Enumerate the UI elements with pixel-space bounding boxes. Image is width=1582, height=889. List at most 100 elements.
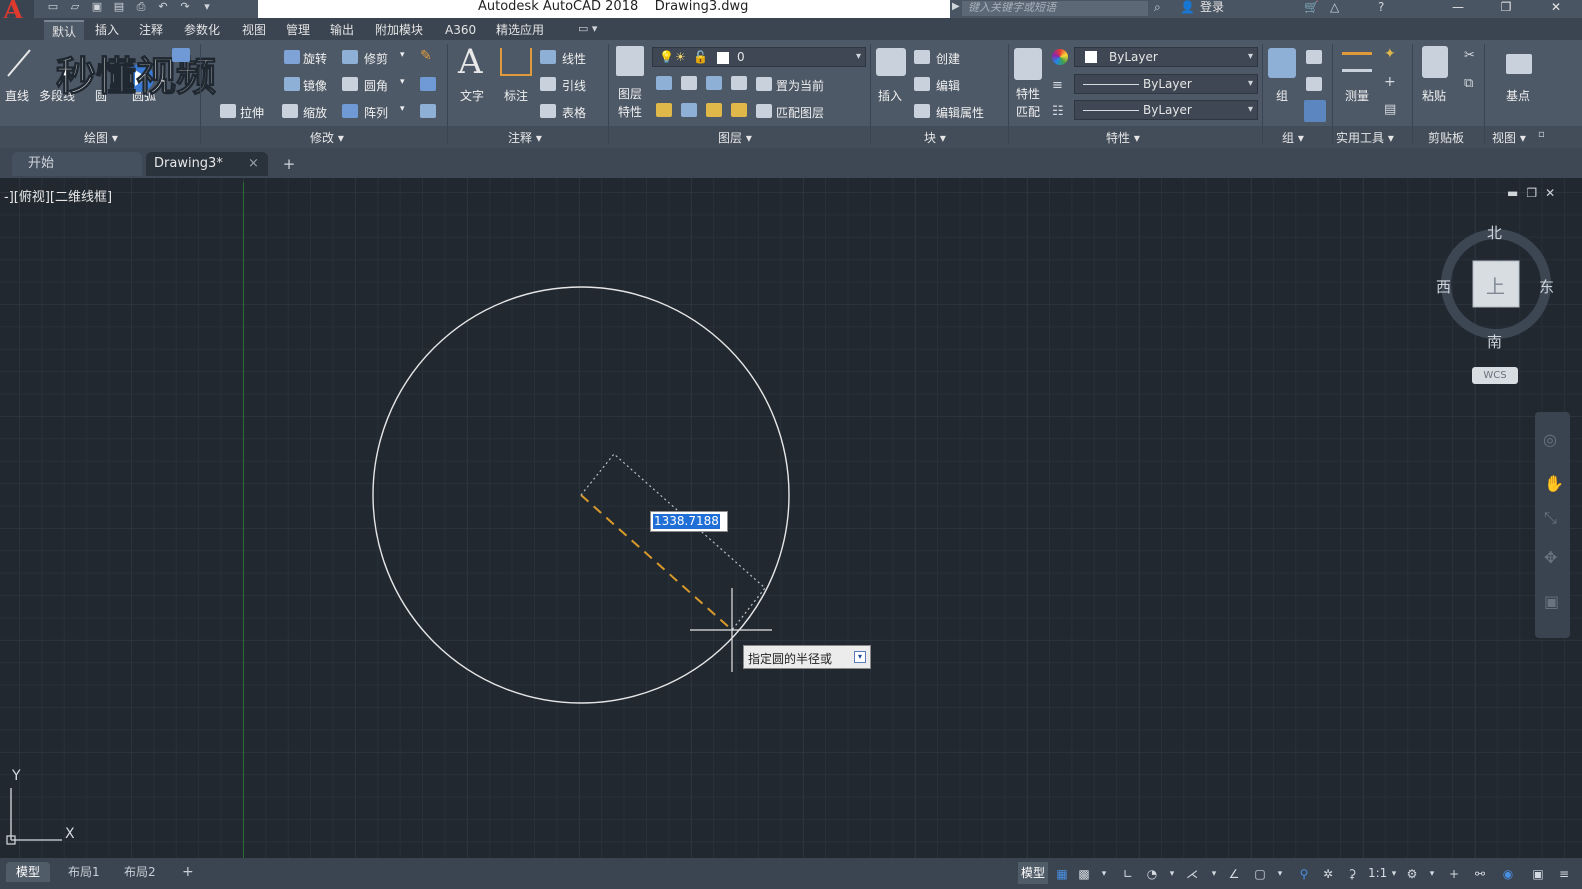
layer-tool-icon[interactable] [731, 76, 747, 90]
new-tab-button[interactable]: + [276, 154, 302, 174]
set-current-button[interactable]: 置为当前 [776, 77, 824, 94]
dimension-button[interactable]: 标注 [504, 87, 528, 104]
leader-icon[interactable] [540, 77, 556, 91]
lineweight-dropdown[interactable]: ByLayer ▾ [1074, 100, 1258, 120]
customize-icon[interactable]: ≡ [1556, 866, 1572, 882]
restore-button[interactable]: ❐ [1486, 0, 1526, 16]
scale-dropdown[interactable]: 1:1 [1368, 866, 1387, 880]
hardware-acceleration-icon[interactable]: ◉ [1500, 866, 1516, 882]
rotate-icon[interactable] [284, 50, 300, 64]
viewcube-north[interactable]: 北 [1487, 222, 1502, 243]
grid-icon[interactable]: ▦ [1054, 866, 1070, 882]
table-icon[interactable] [540, 104, 556, 118]
array-button[interactable]: 阵列 [364, 104, 388, 121]
edit-button[interactable]: 编辑 [936, 77, 960, 94]
tab-default[interactable]: 默认 [44, 20, 85, 40]
auto-scale-icon[interactable]: ✲ [1320, 866, 1336, 882]
color-dropdown[interactable]: ByLayer ▾ [1074, 47, 1258, 67]
paste-button[interactable]: 粘贴 [1422, 87, 1446, 104]
insert-block-icon[interactable] [876, 48, 906, 76]
dimension-icon[interactable] [500, 48, 532, 76]
object-snap-tracking-icon[interactable]: ∠ [1226, 866, 1242, 882]
print-icon[interactable]: ⎙ [132, 0, 150, 14]
move-icon[interactable] [172, 48, 190, 62]
leader-button[interactable]: 引线 [562, 77, 586, 94]
panel-title-view[interactable]: 视图 ▾ [1492, 129, 1526, 146]
prompt-options-button[interactable]: ▾ [854, 651, 866, 663]
group-select-icon[interactable] [1304, 100, 1326, 122]
paste-icon[interactable] [1422, 46, 1448, 78]
open-file-icon[interactable]: ▱ [66, 0, 84, 14]
panel-title-utilities[interactable]: 实用工具 ▾ [1336, 129, 1394, 146]
erase-icon[interactable]: ✎ [420, 48, 432, 64]
linear-button[interactable]: 线性 [562, 50, 586, 67]
calculator-icon[interactable]: ▤ [1384, 102, 1396, 117]
group-button[interactable]: 组 [1276, 87, 1288, 104]
polar-dropdown-icon[interactable]: ▾ [1164, 866, 1180, 882]
model-space-button[interactable]: 模型 [1018, 862, 1048, 884]
tab-layout2[interactable]: 布局2 [114, 862, 166, 882]
tab-model[interactable]: 模型 [6, 862, 51, 882]
trim-dropdown-icon[interactable]: ▾ [400, 50, 405, 60]
layer-tool-icon[interactable] [656, 103, 672, 117]
add-icon[interactable]: + [1446, 866, 1462, 882]
ribbon-options-icon[interactable]: ▫ [1538, 129, 1545, 140]
layer-properties-button[interactable]: 图层 特性 [618, 85, 642, 121]
array-icon[interactable] [342, 104, 358, 118]
login-button[interactable]: 登录 [1200, 0, 1224, 16]
text-icon[interactable]: A [458, 42, 483, 82]
match-properties-button[interactable]: 特性 匹配 [1016, 85, 1040, 121]
create-button[interactable]: 创建 [936, 50, 960, 67]
orbit-icon[interactable]: ✥ [1544, 548, 1557, 567]
add-layout-button[interactable]: + [172, 862, 204, 882]
offset-icon[interactable] [420, 104, 436, 118]
search-arrow-icon[interactable]: ▶ [952, 1, 960, 12]
scale-dropdown-icon[interactable]: ▾ [1386, 866, 1402, 882]
minimize-button[interactable]: — [1438, 0, 1478, 16]
layer-tool-icon[interactable] [706, 76, 722, 90]
trim-icon[interactable] [342, 50, 358, 64]
binoculars-icon[interactable]: ⌕ [1154, 0, 1161, 15]
tab-annotate[interactable]: 注释 [139, 20, 163, 40]
viewcube-south[interactable]: 南 [1487, 331, 1502, 352]
pan-icon[interactable]: ✋ [1544, 474, 1564, 493]
layer-tool-icon[interactable] [681, 76, 697, 90]
fillet-dropdown-icon[interactable]: ▾ [400, 77, 405, 87]
mirror-icon[interactable] [284, 77, 300, 91]
workspace-gear-icon[interactable]: ⚙ [1404, 866, 1420, 882]
viewcube-west[interactable]: 西 [1436, 276, 1451, 297]
help-icon[interactable]: ? [1378, 0, 1384, 14]
linear-icon[interactable] [540, 50, 556, 64]
copy-icon[interactable]: ⧉ [1464, 76, 1473, 91]
linetype-dropdown[interactable]: ByLayer ▾ [1074, 74, 1258, 94]
layer-tool-icon[interactable] [681, 103, 697, 117]
clean-screen-icon[interactable]: ▣ [1530, 866, 1546, 882]
cart-icon[interactable]: 🛒 [1304, 0, 1319, 14]
measure-icon[interactable] [1342, 52, 1372, 72]
tab-featured-apps[interactable]: 精选应用 [496, 20, 544, 40]
explode-icon[interactable] [420, 77, 436, 91]
steering-wheel-icon[interactable]: ◎ [1543, 430, 1557, 449]
zoom-extents-icon[interactable]: ⤡ [1544, 508, 1557, 528]
close-button[interactable]: ✕ [1536, 0, 1576, 16]
color-wheel-icon[interactable] [1052, 49, 1068, 65]
scale-icon[interactable] [282, 104, 298, 118]
showmotion-icon[interactable]: ▣ [1544, 592, 1559, 611]
fillet-button[interactable]: 圆角 [364, 77, 388, 94]
array-dropdown-icon[interactable]: ▾ [400, 104, 405, 114]
viewcube-top-face[interactable]: 上 [1486, 272, 1505, 299]
save-as-icon[interactable]: ▤ [110, 0, 128, 14]
annotation-scale-icon[interactable]: ⚳ [1344, 866, 1360, 882]
object-snap-dropdown-icon[interactable]: ▾ [1272, 866, 1288, 882]
create-block-icon[interactable] [914, 50, 930, 64]
line-tool[interactable] [4, 46, 34, 85]
panel-title-layers[interactable]: 图层 ▾ [718, 129, 752, 146]
set-current-icon[interactable] [756, 77, 772, 91]
isolate-objects-icon[interactable]: ⚯ [1472, 866, 1488, 882]
layer-properties-icon[interactable] [616, 46, 644, 76]
layer-dropdown[interactable]: 💡 ☀ 🔓 0 ▾ [652, 47, 866, 67]
point-icon[interactable]: + [1384, 74, 1396, 90]
rotate-button[interactable]: 旋转 [303, 50, 327, 67]
undo-icon[interactable]: ↶ [154, 0, 172, 14]
ribbon-toggle-icon[interactable]: ▭ ▾ [578, 22, 597, 35]
